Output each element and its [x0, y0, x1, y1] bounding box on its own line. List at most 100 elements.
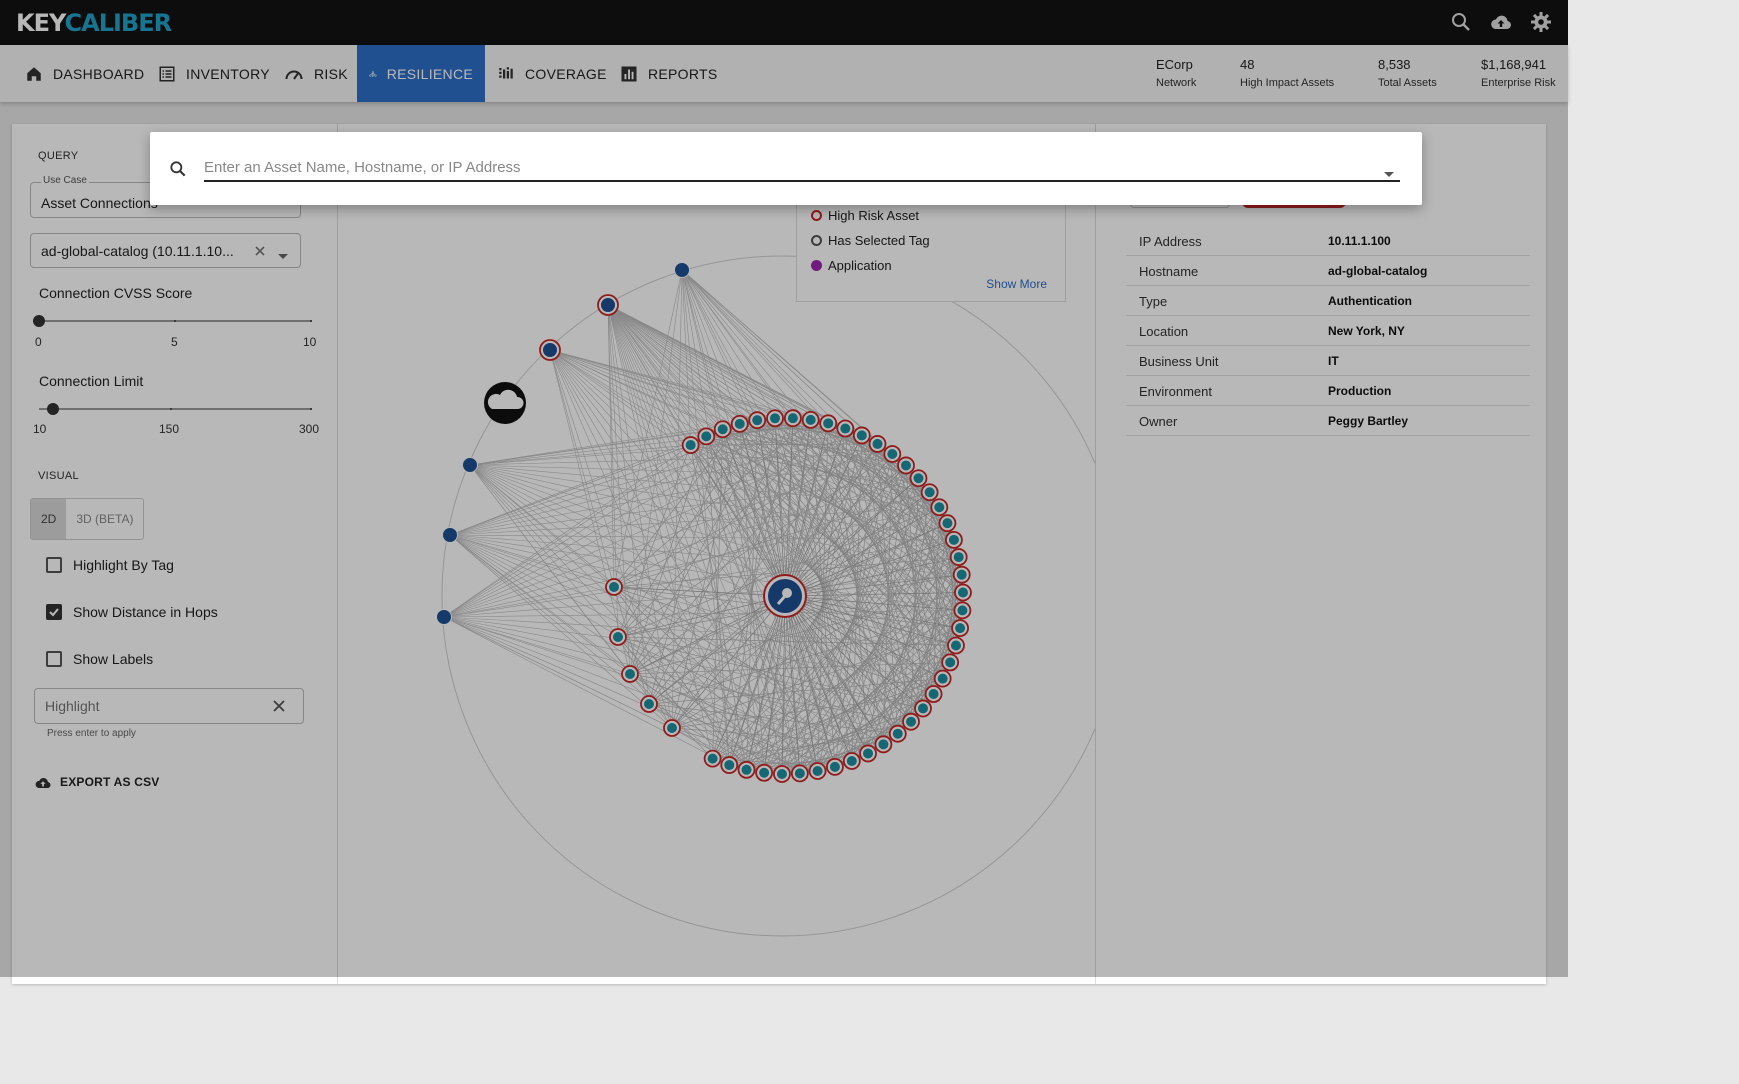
limit-max-label: 300 [299, 422, 320, 436]
detail-business-unit: Business Unit IT [1126, 346, 1530, 376]
show-labels-checkbox[interactable]: Show Labels [46, 651, 153, 667]
cvss-slider-thumb[interactable] [33, 315, 45, 327]
asset-node [436, 609, 452, 625]
network-graph-panel: High Risk Asset Has Selected Tag Applica… [338, 124, 1096, 984]
asset-node-core [717, 424, 728, 435]
asset-node-core [625, 669, 635, 679]
cvss-slider-label: Connection CVSS Score [39, 285, 193, 301]
graph-edge [443, 477, 919, 618]
visual-section-label: VISUAL [38, 470, 79, 482]
asset-node-core [878, 739, 889, 750]
asset-search-input[interactable] [204, 154, 1400, 182]
cvss-tick [174, 320, 176, 322]
asset-node-core [924, 487, 935, 498]
detail-type: Type Authentication [1126, 286, 1530, 316]
asset-node-core [863, 748, 874, 759]
stat-high-impact-assets[interactable]: 48 High Impact Assets [1240, 57, 1334, 89]
asset-node-core [846, 755, 857, 766]
nav-resilience[interactable]: RESILIENCE [357, 45, 485, 102]
asset-select[interactable]: ad-global-catalog (10.11.1.10... [30, 233, 301, 268]
asset-node-core [948, 534, 959, 545]
search-icon[interactable] [1449, 10, 1473, 34]
asset-node-core [950, 640, 961, 651]
query-section-label: QUERY [38, 150, 79, 162]
asset-node-core [956, 569, 967, 580]
asset-node-core [794, 768, 805, 779]
graph-edge [449, 534, 615, 588]
asset-node-core [741, 764, 752, 775]
asset-search-dialog [150, 132, 1422, 205]
graph-edge [549, 349, 924, 709]
asset-node-core [787, 413, 798, 424]
main-navigation: DASHBOARD INVENTORY RISK RESILIENCE COVE… [0, 45, 1568, 102]
asset-node-core [701, 431, 712, 442]
nav-inventory[interactable]: INVENTORY [146, 45, 282, 102]
legend-high-risk: High Risk Asset [811, 208, 919, 223]
nav-dashboard[interactable]: DASHBOARD [13, 45, 156, 102]
toggle-2d[interactable]: 2D [31, 499, 67, 539]
cvss-tick [310, 320, 312, 322]
legend-application: Application [811, 258, 892, 273]
clear-icon[interactable] [253, 244, 267, 263]
purple-dot-icon [811, 260, 822, 271]
export-csv-button[interactable]: EXPORT AS CSV [34, 774, 160, 790]
asset-node-core [829, 761, 840, 772]
graph-edge [443, 574, 962, 618]
cloud-download-icon [35, 777, 51, 788]
keycaliber-logo[interactable]: KEYCALIBER [16, 9, 172, 37]
asset-node-core [724, 760, 735, 771]
gauge-icon [285, 70, 303, 80]
asset-node [542, 342, 558, 358]
limit-tick [310, 408, 312, 410]
nav-reports[interactable]: REPORTS [608, 45, 730, 102]
search-icon [168, 159, 188, 184]
chevron-down-icon[interactable] [277, 248, 289, 266]
asset-node-core [734, 418, 745, 429]
highlight-input-wrapper [34, 688, 304, 724]
show-distance-checkbox[interactable]: Show Distance in Hops [46, 604, 218, 620]
graph-edge [607, 304, 723, 430]
asset-node [462, 457, 478, 473]
cvss-mid-label: 5 [171, 335, 178, 349]
asset-node-core [957, 587, 968, 598]
detail-hostname: Hostname ad-global-catalog [1126, 256, 1530, 286]
nav-coverage[interactable]: COVERAGE [485, 45, 619, 102]
bar-chart-icon [621, 66, 637, 81]
asset-node-core [685, 440, 696, 451]
stat-total-assets[interactable]: 8,538 Total Assets [1378, 57, 1437, 89]
stat-network: ECorp Network [1156, 57, 1197, 89]
graph-edge [469, 423, 829, 466]
graph-edge [549, 349, 943, 679]
query-panel: QUERY Use Case Asset Connections ad-glob… [12, 124, 338, 984]
asset-details-panel: IP Address 10.11.1.100 Hostname ad-global-… [1096, 124, 1546, 984]
asset-node-core [934, 502, 945, 513]
asset-node [600, 297, 616, 313]
asset-node-core [872, 438, 883, 449]
checkbox-unchecked-icon [46, 651, 62, 667]
show-more-button[interactable]: Show More [982, 275, 1051, 293]
asset-node-core [805, 414, 816, 425]
limit-slider-track[interactable] [39, 408, 312, 410]
chevron-down-icon[interactable] [1383, 166, 1395, 184]
limit-slider-thumb[interactable] [47, 403, 60, 415]
asset-node-core [840, 423, 851, 434]
network-icon [369, 70, 377, 77]
limit-slider-label: Connection Limit [39, 373, 144, 389]
nav-risk[interactable]: RISK [272, 45, 360, 102]
graph-edge [443, 616, 730, 766]
highlight-by-tag-checkbox[interactable]: Highlight By Tag [46, 557, 174, 573]
clear-highlight-icon[interactable] [271, 698, 287, 719]
limit-min-label: 10 [33, 422, 47, 436]
gray-ring-icon [811, 235, 822, 246]
asset-node-core [707, 753, 718, 764]
asset-node-core [770, 413, 781, 424]
gear-icon[interactable] [1529, 10, 1553, 34]
toggle-3d-beta[interactable]: 3D (BETA) [66, 499, 143, 539]
cloud-upload-icon[interactable] [1489, 10, 1513, 34]
highlight-input[interactable] [45, 696, 255, 716]
view-mode-toggle: 2D 3D (BETA) [30, 498, 145, 540]
asset-node-core [957, 605, 968, 616]
graph-edge [549, 349, 899, 734]
asset-node-core [812, 765, 823, 776]
stat-enterprise-risk[interactable]: $1,168,941 Enterprise Risk [1481, 57, 1556, 89]
